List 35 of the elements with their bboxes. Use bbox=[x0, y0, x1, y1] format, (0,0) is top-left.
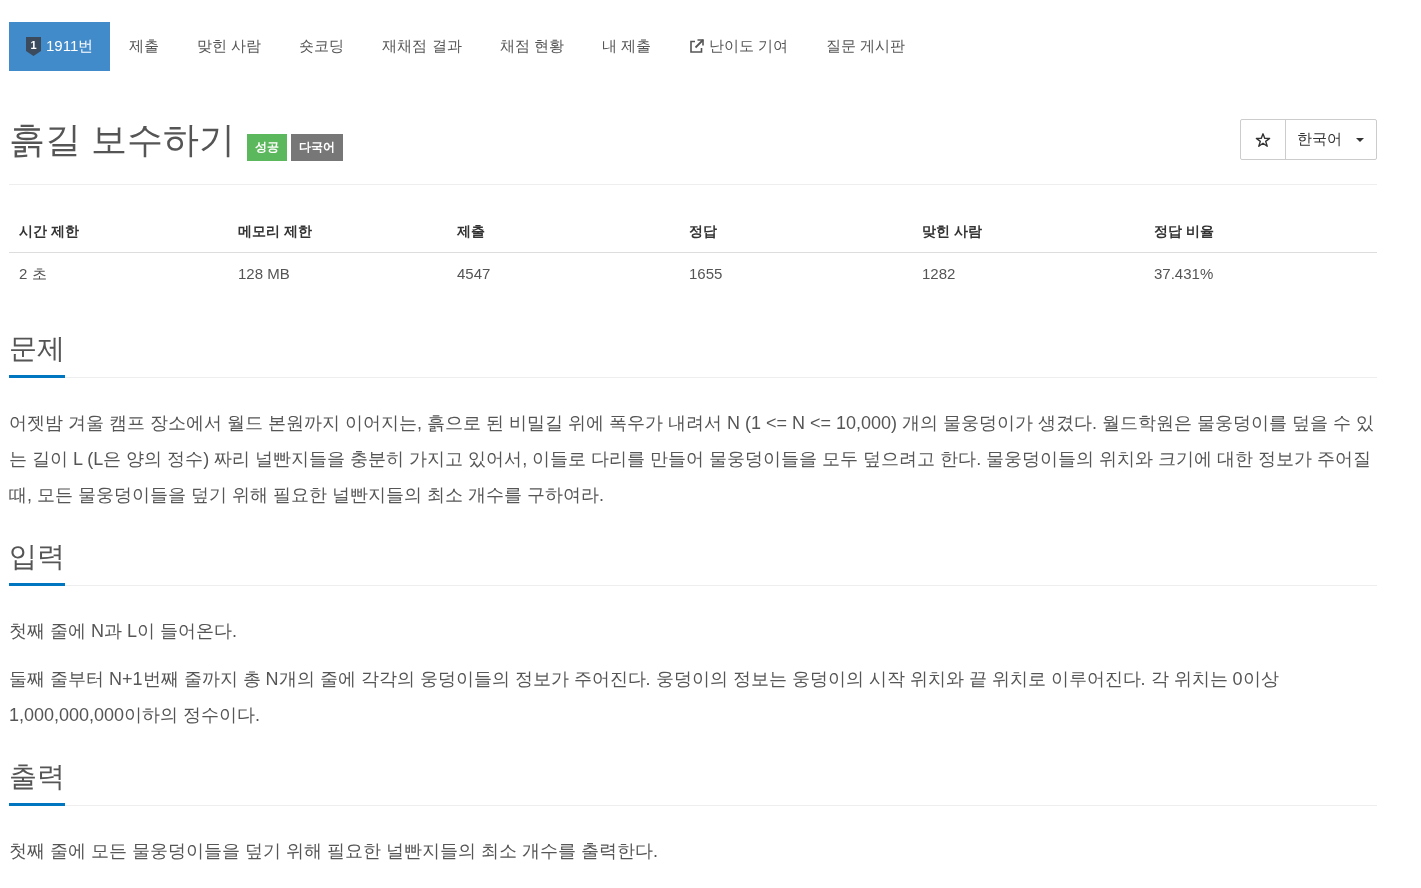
nav-tab[interactable]: 숏코딩 bbox=[280, 22, 364, 71]
table-cell-text: 37.431% bbox=[1153, 264, 1215, 284]
column-header: 제출 bbox=[456, 222, 486, 241]
paragraph: 어젯밤 겨울 캠프 장소에서 월드 본원까지 이어지는, 흙으로 된 비밀길 위에 폭우가 내려서 N (1 <= N <= 10,000) 개의 물웅덩이가 생겼다. 월드학원은 물웅덩이를 덮을 수 있는 길이 L (L은 양의 정수) 짜리 널빤지들을 충분히 가지고 있어서, 이들로 다리를 만들어 물웅덩이들을 모두 덮으려고 한다. 물웅덩이들의 위치와 크기에 대한 정보가 주어질 때, 모든 물웅덩이들을 덮기 위해 필요한 널빤지들의 최소 개수를 구하여라. bbox=[9, 412, 1376, 507]
nav-tab[interactable]: 1 1911번 bbox=[9, 22, 111, 71]
external-link-icon bbox=[688, 39, 704, 54]
tier-badge: 1 bbox=[26, 37, 41, 56]
label-tag: 다국어 bbox=[291, 133, 343, 161]
paragraph: 첫째 줄에 N과 L이 들어온다. bbox=[9, 620, 238, 643]
problem-title: 흙길 보수하기 bbox=[9, 119, 235, 160]
table-cell-text: 2 초 bbox=[18, 264, 48, 284]
section-heading: 출력 bbox=[9, 757, 65, 806]
label-tag: 성공 bbox=[247, 133, 287, 161]
nav-tab[interactable]: 질문 게시판 bbox=[807, 22, 925, 71]
table-cell-text: 1282 bbox=[921, 264, 957, 284]
column-header: 정답 bbox=[688, 222, 718, 241]
paragraph: 첫째 줄에 모든 물웅덩이들을 덮기 위해 필요한 널빤지들의 최소 개수를 출력한다. bbox=[9, 840, 659, 863]
nav-tab[interactable]: 맞힌 사람 bbox=[178, 22, 281, 71]
column-header: 메모리 제한 bbox=[237, 222, 313, 241]
table-cell-text: 1655 bbox=[688, 264, 724, 284]
table-cell-text: 128 MB bbox=[237, 264, 291, 284]
nav-tab[interactable]: 내 제출 bbox=[582, 22, 670, 71]
table-cell-text: 4547 bbox=[456, 264, 492, 284]
nav-tab[interactable]: 난이도 기여 bbox=[669, 22, 808, 71]
language-dropdown[interactable]: 한국어 bbox=[1286, 120, 1376, 159]
nav-tab[interactable]: 제출 bbox=[110, 22, 179, 71]
column-header: 시간 제한 bbox=[18, 222, 80, 241]
caret-icon bbox=[1356, 137, 1364, 142]
column-header: 맞힌 사람 bbox=[921, 222, 983, 241]
section-heading: 입력 bbox=[9, 537, 65, 586]
nav-tab[interactable]: 채점 현황 bbox=[480, 22, 583, 71]
section-heading: 문제 bbox=[9, 329, 65, 378]
column-header: 정답 비율 bbox=[1153, 222, 1215, 241]
paragraph: 둘째 줄부터 N+1번째 줄까지 총 N개의 줄에 각각의 웅덩이들의 정보가 주어진다. 웅덩이의 정보는 웅덩이의 시작 위치와 끝 위치로 이루어진다. 각 위치는 0이상 1,000,000,000이하의 정수이다. bbox=[9, 668, 1280, 727]
nav-tab[interactable]: 재채점 결과 bbox=[363, 22, 481, 71]
